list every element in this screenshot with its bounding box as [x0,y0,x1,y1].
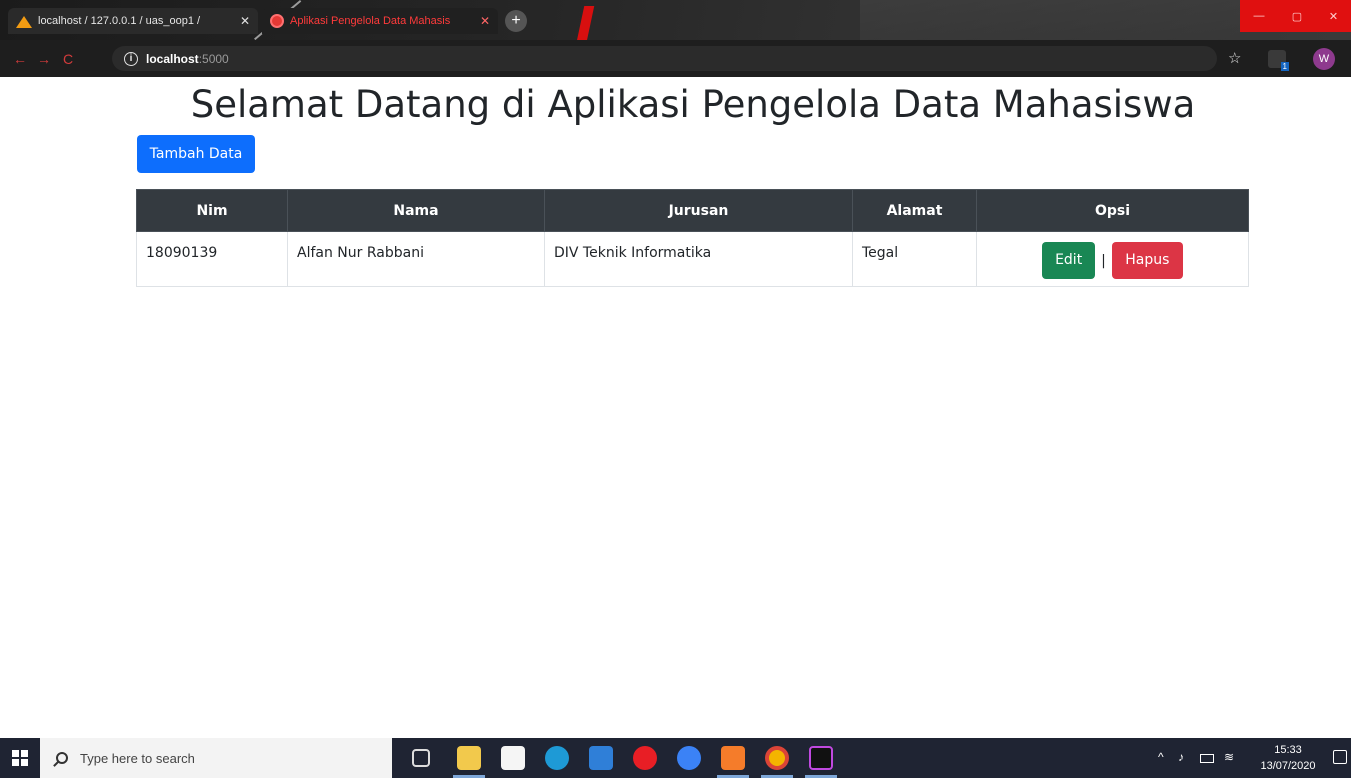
url-port: :5000 [198,51,229,66]
column-header-nama: Nama [287,189,545,232]
maximize-button[interactable]: ▢ [1278,0,1316,32]
taskbar-clock[interactable]: 15:33 13/07/2020 [1258,742,1318,774]
phpmyadmin-icon [16,14,32,28]
chrome-icon[interactable] [765,746,789,770]
wifi-icon[interactable]: ≋ [1224,750,1234,764]
browser-tab-bar: localhost / 127.0.0.1 / uas_oop1 / ✕ Apl… [0,0,1351,40]
browser-toolbar: ← → C i localhost :5000 ☆ W [0,40,1351,77]
battery-icon[interactable] [1200,754,1214,763]
column-header-alamat: Alamat [852,189,977,232]
show-hidden-icons-chevron-icon[interactable]: ^ [1158,750,1164,764]
cell-alamat: Tegal [852,231,977,287]
bookmark-star-icon[interactable]: ☆ [1228,49,1241,67]
taskbar-search-box[interactable]: Type here to search [40,738,392,778]
table-row: 18090139 Alfan Nur Rabbani DIV Teknik In… [136,231,1249,287]
extension-icon[interactable] [1268,50,1290,71]
app-icon[interactable] [677,746,701,770]
forward-icon[interactable]: → [32,51,56,67]
new-tab-button[interactable]: + [505,10,527,32]
profile-avatar[interactable]: W [1313,48,1335,70]
edit-button[interactable]: Edit [1042,242,1096,279]
wallpaper-gradient [860,0,1240,40]
cell-nim: 18090139 [136,231,288,287]
mail-icon[interactable] [589,746,613,770]
column-header-jurusan: Jurusan [544,189,853,232]
windows-start-icon[interactable] [12,750,28,766]
back-icon[interactable]: ← [8,51,32,67]
close-window-button[interactable]: ✕ [1316,0,1351,32]
minimize-button[interactable]: — [1240,0,1278,32]
tab-title: localhost / 127.0.0.1 / uas_oop1 / [38,15,201,27]
search-icon [56,752,68,764]
volume-icon[interactable]: ♪ [1178,750,1184,764]
opera-icon[interactable] [633,746,657,770]
add-data-button[interactable]: Tambah Data [137,135,255,173]
page-title: Selamat Datang di Aplikasi Pengelola Dat… [190,83,1196,126]
tab-phpmyadmin[interactable]: localhost / 127.0.0.1 / uas_oop1 / ✕ [8,8,258,34]
cell-jurusan: DIV Teknik Informatika [544,231,853,287]
option-separator: | [1101,252,1106,269]
notification-icon[interactable] [1333,750,1347,764]
tab-title: Aplikasi Pengelola Data Mahasis [290,15,451,27]
delete-button[interactable]: Hapus [1111,242,1183,279]
cell-opsi: Edit | Hapus [976,231,1249,287]
close-tab-icon[interactable]: ✕ [240,14,250,28]
task-view-icon[interactable] [412,749,430,767]
table-header-row: Nim Nama Jurusan Alamat Opsi [136,189,1249,232]
clock-date: 13/07/2020 [1260,760,1316,772]
student-table: Nim Nama Jurusan Alamat Opsi 18090139 Al… [136,189,1249,287]
column-header-nim: Nim [136,189,288,232]
xampp-icon[interactable] [721,746,745,770]
edge-icon[interactable] [545,746,569,770]
windows-taskbar: Type here to search ^ ♪ ≋ 15:33 13/07/20… [0,738,1351,778]
intellij-icon[interactable] [809,746,833,770]
file-explorer-icon[interactable] [457,746,481,770]
reload-icon[interactable]: C [56,51,80,67]
tab-aplikasi[interactable]: Aplikasi Pengelola Data Mahasis ✕ [262,8,498,34]
store-icon[interactable] [501,746,525,770]
close-tab-icon[interactable]: ✕ [480,14,490,28]
info-icon[interactable]: i [124,51,138,66]
url-host: localhost [146,51,199,66]
clock-time: 15:33 [1274,744,1302,756]
search-placeholder: Type here to search [80,750,195,766]
cell-nama: Alfan Nur Rabbani [287,231,545,287]
globe-icon [270,14,284,28]
column-header-opsi: Opsi [976,189,1249,232]
address-bar[interactable]: i localhost :5000 [112,46,1217,71]
wallpaper-stroke [575,6,595,40]
